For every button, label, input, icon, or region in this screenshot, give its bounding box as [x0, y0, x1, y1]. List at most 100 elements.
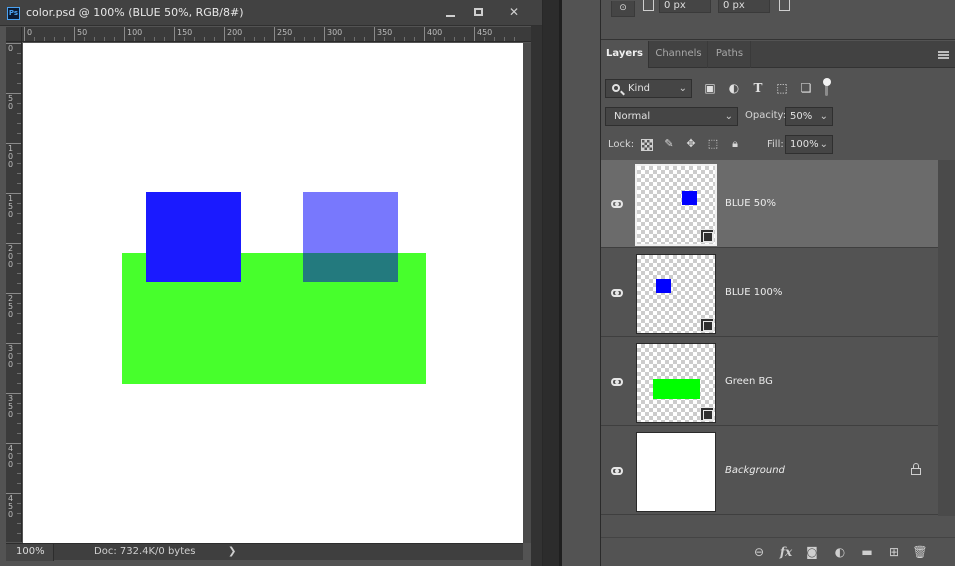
document-canvas[interactable]	[23, 43, 523, 543]
ruler-minor-tick	[17, 513, 21, 514]
visibility-eye-icon[interactable]	[611, 467, 623, 475]
lock-body	[911, 468, 921, 475]
layer-name[interactable]: Background	[725, 465, 785, 476]
zoom-level-field[interactable]: 100%	[6, 544, 54, 561]
tab-layers[interactable]: Layers	[601, 41, 649, 68]
ruler-origin[interactable]	[6, 27, 22, 42]
ruler-minor-tick	[234, 37, 235, 41]
shape-filter-icon[interactable]: ⬚	[774, 80, 790, 96]
ruler-minor-tick	[17, 203, 21, 204]
adjustment-filter-icon[interactable]: ◐	[726, 80, 742, 96]
lock-position-move-icon[interactable]: ✥	[684, 137, 698, 151]
vertical-ruler[interactable]: 0 50 100 150 200 250 300 350 400 450	[6, 42, 22, 542]
x-checkbox[interactable]	[643, 0, 654, 11]
layer-row-background[interactable]: Background	[601, 427, 938, 515]
toggle-knob	[823, 78, 831, 86]
new-layer-icon[interactable]: ⊞	[886, 544, 902, 560]
ruler-minor-tick	[434, 37, 435, 41]
visibility-eye-icon[interactable]	[611, 378, 623, 386]
ruler-tick-label: 350	[377, 28, 393, 37]
tab-channels[interactable]: Channels	[650, 41, 708, 68]
layer-thumbnail[interactable]	[636, 432, 716, 512]
new-group-folder-icon[interactable]: ▬	[859, 544, 875, 560]
opacity-field[interactable]: 50% ⌄	[785, 107, 833, 126]
layer-name[interactable]: BLUE 50%	[725, 198, 776, 209]
ruler-minor-tick	[17, 173, 21, 174]
ruler-minor-tick	[17, 363, 21, 364]
lock-transparency-icon[interactable]	[639, 137, 653, 151]
lock-label: Lock:	[608, 139, 635, 150]
visibility-eye-icon[interactable]	[611, 200, 623, 208]
layer-row-blue-50[interactable]: BLUE 50%	[601, 160, 938, 248]
status-bar: 100% Doc: 732.4K/0 bytes ❯	[6, 543, 523, 561]
ruler-minor-tick	[17, 183, 21, 184]
pixel-filter-icon[interactable]: ▣	[702, 80, 718, 96]
layer-thumbnail[interactable]	[636, 254, 716, 334]
y-checkbox[interactable]	[779, 0, 790, 11]
link-layers-icon[interactable]: ⊖	[751, 544, 767, 560]
horizontal-ruler[interactable]: 0 50 100 150 200 250 300 350 400 450	[22, 27, 542, 42]
layer-name[interactable]: Green BG	[725, 376, 773, 387]
ruler-minor-tick	[17, 103, 21, 104]
opacity-value: 50%	[790, 111, 813, 122]
smart-object-filter-icon[interactable]: ❏	[798, 80, 814, 96]
ruler-minor-tick	[17, 353, 21, 354]
blue-100-square[interactable]	[146, 192, 241, 282]
ruler-minor-tick	[17, 333, 21, 334]
filter-toggle-switch[interactable]	[823, 78, 831, 98]
adjustment-layer-icon[interactable]: ◐	[832, 544, 848, 560]
lock-all-icon[interactable]: 🔒︎	[728, 137, 742, 151]
ruler-tick-label: 150	[8, 194, 14, 219]
blue-50-square-top[interactable]	[303, 192, 398, 253]
chevron-down-icon: ⌄	[678, 83, 687, 94]
ruler-minor-tick	[17, 323, 21, 324]
chevron-down-icon[interactable]: ⌄	[820, 108, 828, 125]
ruler-minor-tick	[314, 37, 315, 41]
layer-thumbnail[interactable]	[635, 164, 717, 246]
ruler-minor-tick	[194, 37, 195, 41]
y-position-field[interactable]: 0 px	[718, 0, 770, 13]
layer-name[interactable]: BLUE 100%	[725, 287, 782, 298]
ruler-tick: 50	[6, 93, 21, 111]
ruler-minor-tick	[17, 63, 21, 64]
panel-menu-icon[interactable]	[938, 51, 949, 59]
lock-pixels-brush-icon[interactable]: ✎	[662, 137, 676, 151]
add-mask-icon[interactable]: ◙	[804, 544, 820, 560]
link-dimensions-button[interactable]: ⊙	[611, 1, 635, 17]
ruler-minor-tick	[17, 423, 21, 424]
ruler-minor-tick	[444, 37, 445, 41]
ruler-tick: 150	[6, 193, 21, 219]
layer-row-green-bg[interactable]: Green BG	[601, 338, 938, 426]
smart-object-icon	[700, 318, 714, 332]
filter-kind-dropdown[interactable]: Kind ⌄	[605, 79, 692, 98]
trash-icon[interactable]: 🗑︎	[912, 544, 928, 560]
status-menu-arrow-icon[interactable]: ❯	[228, 544, 236, 560]
ruler-minor-tick	[414, 37, 415, 41]
lock-artboard-icon[interactable]: ⬚	[706, 137, 720, 151]
ruler-tick: 250	[6, 293, 21, 319]
document-vertical-scrollbar[interactable]	[523, 43, 531, 543]
type-filter-icon[interactable]: T	[750, 80, 766, 96]
close-button[interactable]: ✕	[496, 1, 532, 23]
ruler-minor-tick	[504, 37, 505, 41]
ruler-minor-tick	[114, 37, 115, 41]
maximize-button[interactable]	[462, 1, 494, 23]
ruler-tick-label: 50	[8, 94, 14, 111]
fill-field[interactable]: 100% ⌄	[785, 135, 833, 154]
ruler-tick: 150	[174, 27, 192, 41]
ruler-tick: 350	[6, 393, 21, 419]
layers-scrollbar[interactable]	[938, 160, 955, 516]
x-position-field[interactable]: 0 px	[659, 0, 711, 13]
chevron-down-icon[interactable]: ⌄	[820, 136, 828, 153]
document-info: Doc: 732.4K/0 bytes	[94, 546, 196, 557]
tab-paths[interactable]: Paths	[709, 41, 751, 68]
fx-icon[interactable]: fx	[778, 544, 794, 560]
visibility-eye-icon[interactable]	[611, 289, 623, 297]
layer-row-blue-100[interactable]: BLUE 100%	[601, 249, 938, 337]
ruler-minor-tick	[404, 37, 405, 41]
maximize-icon	[473, 7, 483, 16]
layer-thumbnail[interactable]	[636, 343, 716, 423]
document-titlebar[interactable]: Ps color.psd @ 100% (BLUE 50%, RGB/8#) ✕	[0, 0, 542, 26]
blend-mode-dropdown[interactable]: Normal ⌄	[605, 107, 738, 126]
ruler-minor-tick	[17, 163, 21, 164]
